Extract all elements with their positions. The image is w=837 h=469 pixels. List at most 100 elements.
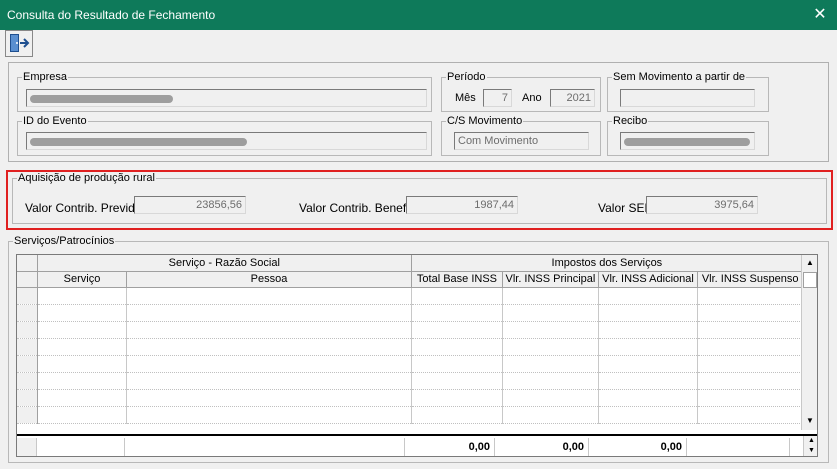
table-row[interactable]	[17, 355, 803, 373]
id-evento-label: ID do Evento	[22, 115, 88, 127]
cs-movimento-field[interactable]: Com Movimento	[454, 132, 589, 150]
table-cell[interactable]	[502, 321, 599, 339]
total-base-inss: 0,00	[405, 438, 495, 456]
table-cell[interactable]	[37, 338, 128, 356]
table-cell[interactable]	[37, 406, 128, 424]
table-cell[interactable]	[126, 304, 412, 322]
table-cell[interactable]	[697, 406, 803, 424]
row-indicator[interactable]	[17, 321, 38, 339]
totals-spinner-icon[interactable]: ▲ ▼	[803, 436, 817, 456]
col-header-pessoa[interactable]: Pessoa	[126, 271, 412, 288]
cs-movimento-group: C/S Movimento Com Movimento	[441, 115, 601, 156]
table-cell[interactable]	[502, 338, 599, 356]
table-cell[interactable]	[502, 389, 599, 407]
table-cell[interactable]	[37, 287, 128, 305]
table-cell[interactable]	[697, 389, 803, 407]
sem-movimento-field[interactable]	[620, 89, 755, 107]
table-cell[interactable]	[411, 304, 504, 322]
col-header-inss-principal[interactable]: Vlr. INSS Principal	[502, 271, 599, 288]
table-cell[interactable]	[598, 355, 699, 373]
row-indicator[interactable]	[17, 304, 38, 322]
empresa-group: Empresa	[17, 71, 432, 112]
table-cell[interactable]	[126, 372, 412, 390]
totals-servico	[37, 438, 125, 456]
table-cell[interactable]	[697, 321, 803, 339]
col-header-inss-adicional[interactable]: Vlr. INSS Adicional	[598, 271, 699, 288]
table-row[interactable]	[17, 321, 803, 339]
scroll-up-icon[interactable]: ▲	[803, 256, 817, 270]
table-row[interactable]	[17, 287, 803, 305]
table-cell[interactable]	[598, 304, 699, 322]
table-cell[interactable]	[411, 321, 504, 339]
table-cell[interactable]	[126, 287, 412, 305]
col-header-servico[interactable]: Serviço	[37, 271, 128, 288]
row-indicator[interactable]	[17, 355, 38, 373]
window-title: Consulta do Resultado de Fechamento	[7, 8, 216, 22]
table-cell[interactable]	[598, 321, 699, 339]
table-row[interactable]	[17, 389, 803, 407]
close-icon[interactable]: ✕	[809, 4, 831, 26]
table-cell[interactable]	[411, 287, 504, 305]
table-row[interactable]	[17, 304, 803, 322]
empresa-field[interactable]	[26, 89, 427, 107]
table-cell[interactable]	[502, 406, 599, 424]
recibo-group: Recibo	[607, 115, 769, 156]
servicos-grid[interactable]: Serviço - Razão Social Impostos dos Serv…	[16, 254, 818, 457]
table-cell[interactable]	[37, 372, 128, 390]
table-cell[interactable]	[598, 406, 699, 424]
table-cell[interactable]	[502, 304, 599, 322]
table-cell[interactable]	[411, 338, 504, 356]
table-row[interactable]	[17, 406, 803, 424]
table-cell[interactable]	[697, 355, 803, 373]
row-indicator[interactable]	[17, 372, 38, 390]
table-cell[interactable]	[697, 372, 803, 390]
table-cell[interactable]	[697, 338, 803, 356]
table-cell[interactable]	[598, 287, 699, 305]
table-cell[interactable]	[126, 338, 412, 356]
sem-movimento-label: Sem Movimento a partir de	[612, 71, 747, 83]
row-indicator[interactable]	[17, 338, 38, 356]
scroll-thumb[interactable]	[803, 272, 817, 288]
vertical-scrollbar[interactable]: ▲ ▼	[801, 255, 817, 430]
table-cell[interactable]	[411, 389, 504, 407]
row-indicator[interactable]	[17, 287, 38, 305]
mes-field[interactable]: 7	[483, 89, 512, 107]
table-cell[interactable]	[598, 372, 699, 390]
table-cell[interactable]	[37, 355, 128, 373]
ano-field[interactable]: 2021	[550, 89, 595, 107]
table-cell[interactable]	[502, 287, 599, 305]
mes-label: Mês	[455, 92, 476, 104]
table-cell[interactable]	[411, 355, 504, 373]
total-inss-suspenso	[687, 438, 790, 456]
table-cell[interactable]	[37, 304, 128, 322]
exit-button[interactable]	[5, 30, 33, 57]
table-cell[interactable]	[126, 389, 412, 407]
table-row[interactable]	[17, 372, 803, 390]
col-header-total-base-inss[interactable]: Total Base INSS	[411, 271, 504, 288]
table-cell[interactable]	[598, 338, 699, 356]
table-cell[interactable]	[126, 406, 412, 424]
scroll-down-icon[interactable]: ▼	[803, 414, 817, 428]
table-cell[interactable]	[598, 389, 699, 407]
cs-movimento-label: C/S Movimento	[446, 115, 524, 127]
row-indicator[interactable]	[17, 406, 38, 424]
table-cell[interactable]	[126, 321, 412, 339]
table-cell[interactable]	[502, 372, 599, 390]
table-cell[interactable]	[411, 372, 504, 390]
recibo-field[interactable]	[620, 132, 755, 150]
table-cell[interactable]	[697, 287, 803, 305]
table-cell[interactable]	[411, 406, 504, 424]
header-panel: Empresa Período Mês 7 Ano 2021 Sem Movim…	[8, 62, 829, 162]
table-cell[interactable]	[37, 321, 128, 339]
table-cell[interactable]	[697, 304, 803, 322]
corner-cell	[17, 271, 38, 288]
table-row[interactable]	[17, 338, 803, 356]
col-header-inss-suspenso[interactable]: Vlr. INSS Suspenso	[697, 271, 803, 288]
row-indicator[interactable]	[17, 389, 38, 407]
table-cell[interactable]	[37, 389, 128, 407]
id-evento-field[interactable]	[26, 132, 427, 150]
group-header-impostos: Impostos dos Serviços	[411, 255, 804, 272]
table-cell[interactable]	[502, 355, 599, 373]
table-cell[interactable]	[126, 355, 412, 373]
empresa-label: Empresa	[22, 71, 69, 83]
